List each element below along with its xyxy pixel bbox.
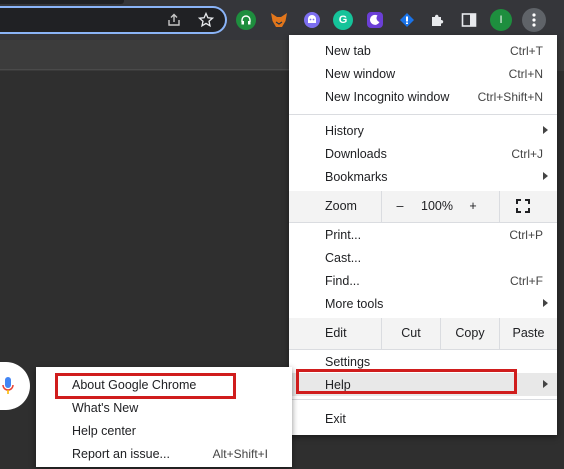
menu-item-cast[interactable]: Cast...: [289, 246, 557, 269]
menu-item-find[interactable]: Find... Ctrl+F: [289, 269, 557, 292]
submenu-arrow-icon: [543, 126, 548, 134]
side-panel-icon[interactable]: [458, 9, 480, 31]
extension-headphones-icon[interactable]: [236, 10, 256, 30]
edit-label: Edit: [325, 326, 347, 340]
share-icon[interactable]: [163, 9, 185, 31]
menu-divider: [289, 114, 557, 115]
chrome-menu-icon[interactable]: [522, 8, 546, 32]
menu-item-more-tools[interactable]: More tools: [289, 292, 557, 315]
submenu-item-whats-new[interactable]: What's New: [36, 396, 292, 419]
paste-button[interactable]: Paste: [500, 318, 557, 349]
menu-item-print[interactable]: Print... Ctrl+P: [289, 223, 557, 246]
fullscreen-icon[interactable]: [516, 199, 530, 216]
bookmarks-bar: [0, 40, 290, 70]
menu-item-exit[interactable]: Exit: [289, 407, 557, 430]
address-bar[interactable]: [0, 6, 227, 34]
profile-letter: I: [499, 14, 503, 26]
submenu-item-help-center[interactable]: Help center: [36, 419, 292, 442]
menu-item-downloads[interactable]: Downloads Ctrl+J: [289, 142, 557, 165]
microphone-icon[interactable]: [2, 376, 14, 399]
extension-shield-icon[interactable]: [396, 9, 418, 31]
extensions-puzzle-icon[interactable]: [427, 9, 449, 31]
menu-item-new-window[interactable]: New window Ctrl+N: [289, 62, 557, 85]
extension-ghost-icon[interactable]: [301, 9, 323, 31]
zoom-divider: [499, 191, 500, 222]
cut-button[interactable]: Cut: [382, 318, 440, 349]
browser-toolbar: G I: [0, 0, 564, 40]
zoom-row: Zoom – 100% +: [289, 191, 557, 222]
zoom-in-button[interactable]: +: [462, 191, 484, 222]
zoom-out-button[interactable]: –: [389, 191, 411, 222]
grammarly-icon[interactable]: G: [333, 10, 353, 30]
metamask-fox-icon[interactable]: [268, 9, 290, 31]
copy-button[interactable]: Copy: [441, 318, 499, 349]
extension-moon-icon[interactable]: [364, 9, 386, 31]
zoom-label: Zoom: [325, 199, 357, 213]
highlight-box-help: [296, 369, 517, 394]
grammarly-letter: G: [338, 14, 348, 26]
bookmark-star-icon[interactable]: [195, 9, 217, 31]
menu-item-new-incognito-window[interactable]: New Incognito window Ctrl+Shift+N: [289, 85, 557, 108]
highlight-box-about-google-chrome: [55, 373, 236, 399]
menu-item-new-tab[interactable]: New tab Ctrl+T: [289, 39, 557, 62]
zoom-divider: [381, 191, 382, 222]
submenu-arrow-icon: [543, 299, 548, 307]
profile-avatar[interactable]: I: [490, 9, 512, 31]
zoom-level: 100%: [421, 199, 453, 213]
menu-item-history[interactable]: History: [289, 119, 557, 142]
submenu-arrow-icon: [543, 172, 548, 180]
edit-row: Edit Cut Copy Paste: [289, 318, 557, 349]
menu-item-bookmarks[interactable]: Bookmarks: [289, 165, 557, 188]
menu-divider: [289, 399, 557, 400]
submenu-arrow-icon: [543, 380, 548, 388]
submenu-item-report-an-issue[interactable]: Report an issue... Alt+Shift+I: [36, 442, 292, 465]
tab-strip-edge: [0, 0, 124, 4]
